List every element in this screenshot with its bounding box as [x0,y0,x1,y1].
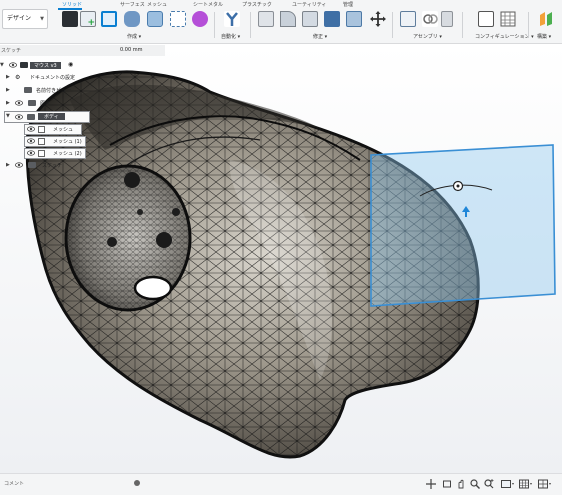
sketch-scale-row[interactable]: スケッチ 0.00 mm [0,45,165,56]
move-icon[interactable] [426,479,436,489]
construction-plane[interactable] [370,144,556,307]
mesh-body-icon [38,138,45,145]
tree-item-mesh-1[interactable]: メッシュ (1) [24,136,86,147]
folder-icon [24,87,32,93]
chevron-right-icon[interactable]: ▶ [6,87,10,93]
tree-item-named-views[interactable]: ▶ 名前付きビュー [6,86,106,96]
tree-item-label: ボディ [38,113,65,120]
eye-icon[interactable] [27,126,35,132]
chevron-down-icon[interactable]: ▼ [6,113,10,119]
sketch-scale-value[interactable]: 0.00 mm [120,47,142,53]
eye-icon[interactable] [15,100,23,106]
mesh-body-icon [38,126,45,133]
tree-item-label: 名前付きビュー [36,88,72,94]
folder-icon [28,162,36,168]
tree-item-document-settings[interactable]: ▶ ⚙ ドキュメントの設定 [6,73,106,83]
root-component-label: マウス v3 [30,62,61,69]
eye-icon[interactable] [27,138,35,144]
grid-icon[interactable] [519,479,533,489]
comments-label[interactable]: コメント [4,480,24,487]
status-bar: コメント [0,473,562,495]
chevron-right-icon[interactable]: ▶ [6,74,10,80]
component-icon [20,62,28,68]
display-settings-icon[interactable] [501,479,515,489]
eye-icon[interactable] [15,162,23,168]
pan-icon[interactable] [456,479,466,489]
tree-item-mesh-2[interactable]: メッシュ (2) [24,148,86,159]
folder-icon [28,100,36,106]
chevron-down-icon[interactable]: ▼ [0,62,4,68]
fusion-app-window: デザイン ▼ ソリッド サーフェス メッシュ シートメタル プラスチック ユーテ… [0,0,562,495]
tree-item-label: メッシュ (1) [53,139,82,145]
browser-root-row[interactable]: ▼ マウス v3 ◉ [0,61,78,71]
eye-icon[interactable] [15,114,23,120]
zoom-window-icon[interactable] [484,479,494,489]
tree-item-label: ドキュメントの設定 [30,75,76,81]
tree-item-bodies[interactable]: ▼ ボディ [4,111,90,123]
folder-icon [27,114,35,120]
tree-item-sketches[interactable]: ▶ スケッチ [6,161,76,171]
eye-icon[interactable] [27,150,35,156]
sketch-scale-label: スケッチ [1,48,22,54]
tree-item-origin[interactable]: ▶ 原点 [6,99,76,109]
chevron-right-icon[interactable]: ▶ [6,162,10,168]
comments-add-icon[interactable] [134,480,140,486]
orbit-icon[interactable] [442,479,452,489]
chevron-right-icon[interactable]: ▶ [6,100,10,106]
tree-item-mesh[interactable]: メッシュ [24,124,82,135]
view-icon[interactable] [538,479,552,489]
tree-item-label: スケッチ [42,163,63,169]
eye-icon[interactable] [9,62,17,68]
tree-item-label: メッシュ (2) [53,151,82,157]
zoom-icon[interactable] [470,479,480,489]
tree-item-label: 原点 [40,101,51,107]
gear-icon: ⚙ [15,74,21,81]
mesh-body-icon [38,150,45,157]
tree-item-label: メッシュ [53,127,74,133]
radio-icon[interactable]: ◉ [68,62,73,68]
